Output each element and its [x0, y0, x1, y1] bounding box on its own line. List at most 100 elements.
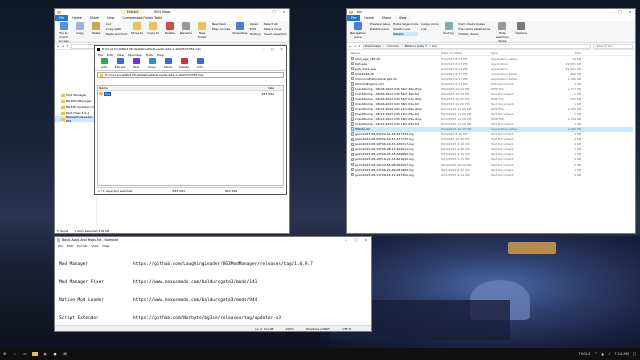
nav-item-nativemodloader[interactable]: NativeModLoader-944 [55, 115, 96, 123]
up-icon[interactable]: ↑ [66, 44, 69, 48]
copy-to-button[interactable]: Copy to [147, 22, 160, 35]
archive-path-field[interactable]: H:\mod tools\BG3 Mods\NativeModLoader-94… [97, 72, 284, 78]
add-button[interactable]: Add [98, 58, 110, 69]
column-date-modified[interactable]: Date modified [441, 51, 491, 55]
tray-overflow-icon[interactable]: ^ [594, 352, 597, 356]
archive-file-list[interactable]: Name Size bin 843 584 [97, 85, 284, 186]
navigation-pane-button[interactable]: Navigation pane [349, 22, 367, 39]
menu-view[interactable]: View [91, 244, 98, 248]
hidden-items-toggle[interactable]: Hidden items [459, 32, 491, 36]
pin-button[interactable]: Pin to Quick access [57, 22, 70, 43]
large-icons-option[interactable]: Large icons [421, 22, 438, 26]
search-box[interactable]: ⌕ Search bin [593, 43, 633, 49]
tab-view[interactable]: View [394, 15, 411, 21]
maximize-icon[interactable]: □ [615, 9, 625, 15]
breadcrumb-common[interactable]: common [386, 44, 399, 48]
notifications-icon[interactable]: ▢ [633, 352, 636, 356]
minimize-icon[interactable]: – [259, 9, 269, 15]
tab-file[interactable]: File [347, 15, 361, 21]
close-icon[interactable]: × [277, 47, 286, 51]
tab-file[interactable]: File [55, 15, 69, 21]
notepad-taskbar-icon[interactable]: ▤ [60, 348, 70, 360]
menu-tools[interactable]: Tools [146, 53, 153, 57]
archive-row[interactable]: bin 843 584 [98, 91, 283, 96]
menu-view[interactable]: View [117, 53, 124, 57]
sort-by-button[interactable]: Sort by [442, 22, 456, 35]
delete-button[interactable]: Delete [163, 22, 176, 35]
item-check-boxes-toggle[interactable]: Item check boxes [459, 22, 491, 26]
menu-file[interactable]: File [98, 53, 103, 57]
breadcrumb-baldurs-gate-3[interactable]: Baldurs Gate 3 [405, 44, 427, 48]
close-icon[interactable]: × [279, 9, 289, 15]
volume-icon[interactable]: ♪ [608, 352, 610, 356]
menu-favorites[interactable]: Favorites [128, 53, 142, 57]
tab-share[interactable]: Share [378, 15, 395, 21]
menu-edit[interactable]: Edit [67, 244, 73, 248]
easy-access-button[interactable]: Easy access [212, 27, 230, 31]
hide-selected-button[interactable]: Hide selected items [493, 22, 511, 43]
open-button[interactable]: Open [250, 22, 261, 26]
properties-button[interactable]: Properties [232, 22, 248, 35]
column-name[interactable]: Name [351, 51, 441, 55]
breadcrumb-bin[interactable]: bin [432, 44, 437, 48]
menu-edit[interactable]: Edit [107, 53, 113, 57]
task-view-icon[interactable]: ▭ [20, 348, 30, 360]
file-row[interactable]: gold-2023-08-11T09-14-11-447302.log 8/11/… [351, 172, 633, 177]
small-icons-option[interactable]: Small icons [393, 27, 418, 31]
back-icon[interactable]: ← [349, 44, 352, 48]
back-icon[interactable]: ← [57, 44, 60, 48]
column-type[interactable]: Type [491, 51, 551, 55]
file-list[interactable]: Name Date modified Type Size amd_ags_x64… [351, 50, 633, 228]
clock[interactable]: 7:14 AM [614, 352, 628, 356]
copy-button[interactable]: Copy [73, 22, 86, 35]
up-icon[interactable]: ↑ [358, 44, 361, 48]
info-button[interactable]: Info [194, 58, 206, 69]
breadcrumb-steamapps[interactable]: steamapps [365, 44, 382, 48]
select-none-button[interactable]: Select none [264, 27, 287, 31]
close-icon[interactable]: × [625, 9, 635, 15]
explorer-taskbar-icon[interactable] [30, 348, 40, 360]
tab-home[interactable]: Home [68, 15, 85, 21]
minimize-icon[interactable]: – [605, 9, 615, 15]
tab-compressed-folder-tools[interactable]: Compressed Folder Tools [119, 15, 167, 21]
preview-pane-button[interactable]: Preview pane [370, 22, 390, 26]
paste-button[interactable]: Paste [90, 22, 103, 35]
maximize-icon[interactable]: □ [269, 9, 279, 15]
column-name[interactable]: Name [98, 86, 248, 90]
test-button[interactable]: Test [130, 58, 142, 69]
maximize-icon[interactable]: □ [351, 237, 361, 243]
browser-taskbar-icon[interactable]: ◉ [40, 348, 50, 360]
menu-help[interactable]: Help [103, 244, 110, 248]
text-editor-area[interactable]: Mod Manager https://github.com/LaughingLe… [57, 249, 369, 324]
history-button[interactable]: History [250, 32, 261, 36]
extract-button[interactable]: Extract [114, 58, 126, 69]
details-option[interactable]: Details [393, 32, 419, 36]
menu-file[interactable]: File [58, 244, 63, 248]
search-icon[interactable]: ⌕ [10, 348, 20, 360]
archive-manager-window[interactable]: H:\mod tools\BG3 Mods\NativeModLoader-94… [94, 45, 287, 195]
folder-up-icon[interactable] [100, 73, 103, 77]
column-size[interactable]: Size [248, 86, 274, 90]
toolbar-label[interactable]: TOOLS [579, 352, 591, 356]
paste-shortcut-button[interactable]: Paste shortcut [106, 32, 128, 36]
tab-share[interactable]: Share [86, 15, 103, 21]
details-pane-button[interactable]: Details pane [370, 27, 390, 31]
menu-help[interactable]: Help [157, 53, 164, 57]
forward-icon[interactable]: → [62, 44, 65, 48]
tab-view[interactable]: View [103, 15, 119, 21]
copy-button[interactable]: Copy [146, 58, 158, 69]
minimize-icon[interactable]: – [259, 47, 268, 51]
maximize-icon[interactable]: □ [268, 47, 277, 51]
options-button[interactable]: Options [514, 22, 528, 35]
minimize-icon[interactable]: – [341, 237, 351, 243]
new-item-button[interactable]: New item [212, 22, 230, 26]
delete-button[interactable]: Delete [178, 58, 190, 69]
start-button[interactable]: ⊞ [0, 348, 10, 360]
tab-home[interactable]: Home [360, 15, 377, 21]
rename-button[interactable]: Rename [179, 22, 192, 35]
notepad-window[interactable]: Basic Apps And Mods.txt - Notepad – □ × … [54, 236, 372, 332]
address-bar[interactable]: steamapps › common › Baldurs Gate 3 › bin [362, 43, 591, 49]
move-button[interactable]: Move [162, 58, 174, 69]
steam-taskbar-icon[interactable]: ● [50, 348, 60, 360]
explorer-window-bin[interactable]: bin – □ × File Home Share View Navigatio… [346, 8, 636, 234]
